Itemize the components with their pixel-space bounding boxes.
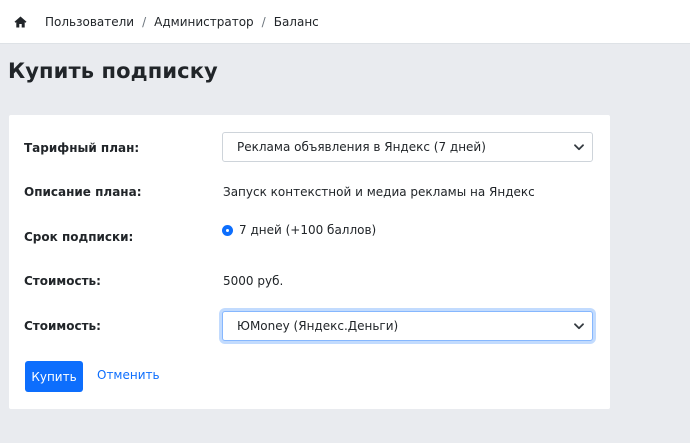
breadcrumb-separator: / <box>261 14 266 29</box>
term-label: Срок подписки: <box>24 230 134 244</box>
breadcrumb-item-balance: Баланс <box>273 14 319 29</box>
tariff-label: Тарифный план: <box>24 141 140 155</box>
description-label: Описание плана: <box>24 185 142 199</box>
cancel-link[interactable]: Отменить <box>97 368 160 382</box>
term-option-label: 7 дней (+100 баллов) <box>239 223 377 237</box>
term-radio[interactable] <box>222 224 233 236</box>
subscription-form: Тарифный план: Реклама объявления в Янде… <box>9 115 610 409</box>
cost-label: Стоимость: <box>24 274 101 288</box>
breadcrumb: Пользователи / Администратор / Баланс <box>0 0 690 44</box>
payment-label: Стоимость: <box>24 319 101 333</box>
description-value: Запуск контекстной и медиа рекламы на Ян… <box>223 185 535 199</box>
payment-select-value: ЮMoney (Яндекс.Деньги) <box>237 319 399 333</box>
breadcrumb-item-users[interactable]: Пользователи <box>45 15 134 29</box>
breadcrumb-separator: / <box>142 14 147 29</box>
home-icon[interactable] <box>14 16 27 28</box>
chevron-down-icon <box>574 144 584 151</box>
payment-method-select[interactable]: ЮMoney (Яндекс.Деньги) <box>222 311 593 341</box>
buy-button[interactable]: Купить <box>25 361 83 392</box>
chevron-down-icon <box>574 323 584 330</box>
tariff-select-value: Реклама объявления в Яндекс (7 дней) <box>237 140 486 154</box>
tariff-select[interactable]: Реклама объявления в Яндекс (7 дней) <box>222 132 593 162</box>
page-title: Купить подписку <box>8 59 218 83</box>
breadcrumb-item-admin[interactable]: Администратор <box>154 15 254 29</box>
term-option[interactable]: 7 дней (+100 баллов) <box>222 223 376 237</box>
cost-value: 5000 руб. <box>223 274 284 288</box>
